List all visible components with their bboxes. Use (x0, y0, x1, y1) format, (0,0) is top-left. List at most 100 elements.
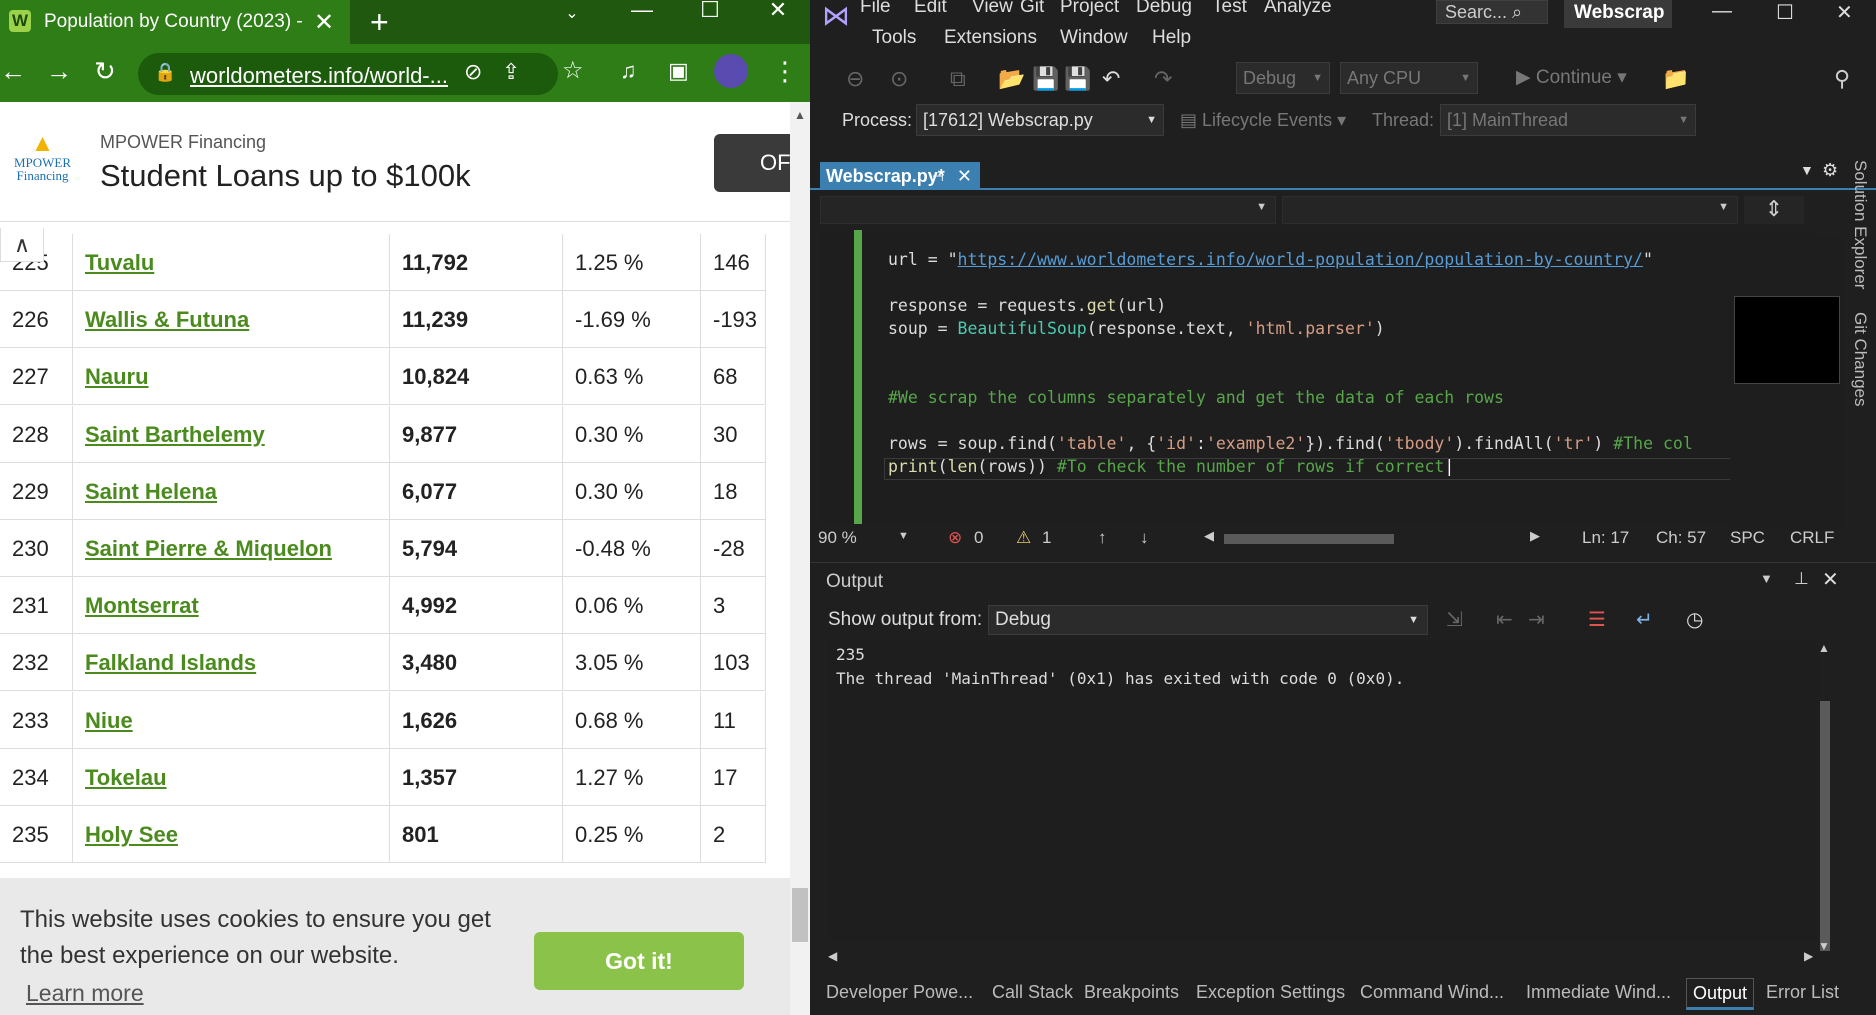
continue-button[interactable]: ▶ Continue ▾ (1516, 66, 1627, 89)
country-link[interactable]: Falkland Islands (73, 634, 390, 692)
redo-icon[interactable]: ↷ (1154, 66, 1172, 92)
navigate-forward-icon[interactable]: ⊙ (890, 66, 908, 92)
close-panel-icon[interactable]: ✕ (1822, 567, 1839, 592)
country-link[interactable]: Saint Barthelemy (73, 405, 390, 463)
output-scroll-thumb[interactable] (1820, 701, 1830, 951)
collapse-chevron-icon[interactable]: ∧ (0, 228, 44, 262)
pin-icon[interactable]: ⊣ (932, 162, 944, 190)
menu-git[interactable]: Git (1020, 0, 1044, 18)
code-line-print[interactable]: print(len(rows)) #To check the number of… (888, 457, 1454, 476)
lock-icon[interactable]: 🔒 (154, 62, 176, 83)
country-link[interactable]: Saint Helena (73, 462, 390, 520)
split-editor-icon[interactable]: ⇕ (1744, 196, 1804, 224)
country-link[interactable]: Tuvalu (73, 234, 390, 291)
minimize-icon[interactable]: — (1712, 0, 1732, 23)
next-message-icon[interactable]: ⇥ (1528, 607, 1545, 632)
menu-view[interactable]: View (972, 0, 1013, 18)
line-number[interactable]: Ln: 17 (1582, 528, 1629, 548)
search-box[interactable]: Searc... ⌕ (1436, 0, 1548, 24)
code-minimap[interactable] (1730, 236, 1842, 530)
country-link[interactable]: Saint Pierre & Miquelon (73, 520, 390, 577)
maximize-icon[interactable]: ☐ (1776, 0, 1794, 25)
configuration-dropdown[interactable]: Debug ▼ (1236, 62, 1330, 94)
undo-icon[interactable]: ↶ (1102, 66, 1120, 92)
page-scrollbar[interactable]: ▲ (790, 102, 810, 1015)
scroll-up-icon[interactable]: ▲ (1818, 641, 1830, 655)
code-line-response[interactable]: response = requests.get(url) (888, 296, 1166, 315)
lifecycle-events-button[interactable]: ▤ Lifecycle Events ▾ (1180, 110, 1346, 131)
chevron-down-icon[interactable]: ▼ (898, 530, 909, 542)
share-icon[interactable]: ⇪ (502, 59, 520, 85)
folder-icon[interactable]: 📁 (1662, 66, 1689, 92)
previous-message-icon[interactable]: ⇤ (1496, 607, 1513, 632)
zoom-level[interactable]: 90 % (818, 528, 857, 548)
menu-file[interactable]: File (860, 0, 891, 18)
code-line-soup[interactable]: soup = BeautifulSoup(response.text, 'htm… (888, 319, 1385, 338)
menu-extensions[interactable]: Extensions (944, 27, 1037, 49)
git-changes-tab[interactable]: Git Changes (1850, 312, 1870, 407)
minimap-viewport[interactable] (1734, 296, 1840, 384)
code-line-comment[interactable]: #We scrap the columns separately and get… (888, 388, 1504, 407)
platform-dropdown[interactable]: Any CPU ▼ (1340, 62, 1478, 94)
scroll-right-icon[interactable]: ▶ (1530, 528, 1540, 544)
country-link[interactable]: Montserrat (73, 577, 390, 635)
tab-search-icon[interactable]: ⌄ (552, 4, 592, 24)
menu-project[interactable]: Project (1060, 0, 1119, 18)
code-line-rows[interactable]: rows = soup.find('table', {'id':'example… (888, 434, 1693, 453)
tool-tab-developer-powe[interactable]: Developer Powe... (826, 982, 973, 1003)
error-icon[interactable]: ⊗ (948, 528, 962, 548)
tab-dropdown-icon[interactable]: ▼ (1800, 162, 1814, 178)
scroll-right-icon[interactable]: ▶ (1804, 949, 1813, 963)
close-tab-icon[interactable]: ✕ (957, 162, 972, 190)
tool-tab-error-list[interactable]: Error List (1766, 982, 1839, 1003)
output-source-dropdown[interactable]: Debug ▼ (988, 605, 1428, 635)
find-message-icon[interactable]: ⇲ (1446, 607, 1463, 632)
scroll-left-icon[interactable]: ◀ (1204, 528, 1214, 544)
navigate-back-icon[interactable]: ⊖ (846, 66, 864, 92)
tool-tab-command-wind[interactable]: Command Wind... (1360, 982, 1504, 1003)
warning-count[interactable]: 1 (1042, 528, 1051, 548)
pin-icon[interactable]: ⊥ (1794, 569, 1809, 589)
word-wrap-icon[interactable]: ↵ (1636, 607, 1653, 632)
solution-explorer-tab[interactable]: Solution Explorer (1850, 160, 1870, 289)
close-window-icon[interactable]: ✕ (758, 0, 798, 21)
bookmark-star-icon[interactable]: ☆ (562, 56, 584, 86)
output-horizontal-scrollbar[interactable]: ◀ ▶ (828, 949, 1828, 965)
indentation[interactable]: SPC (1730, 528, 1765, 548)
more-menu-icon[interactable]: ⋮ (772, 56, 798, 86)
chevron-down-icon[interactable]: ▼ (1760, 571, 1773, 586)
line-ending[interactable]: CRLF (1790, 528, 1834, 548)
tracking-protection-icon[interactable]: ⊘ (464, 59, 482, 85)
save-icon[interactable]: 💾 (1032, 66, 1059, 92)
scroll-up-icon[interactable]: ▲ (794, 108, 806, 122)
new-tab-icon[interactable]: + (370, 4, 389, 41)
output-scrollbar[interactable]: ▲ ▼ (1816, 641, 1834, 953)
tool-tab-exception-settings[interactable]: Exception Settings (1196, 982, 1345, 1003)
browser-tab[interactable]: W Population by Country (2023) - Worldom… (0, 0, 350, 44)
process-dropdown[interactable]: [17612] Webscrap.py ▼ (916, 104, 1164, 136)
menu-window[interactable]: Window (1060, 27, 1128, 49)
close-window-icon[interactable]: ✕ (1836, 0, 1853, 25)
error-count[interactable]: 0 (974, 528, 983, 548)
member-dropdown[interactable]: ▼ (1282, 196, 1738, 224)
thread-dropdown[interactable]: [1] MainThread ▼ (1440, 104, 1696, 136)
new-project-icon[interactable]: ⧉ (950, 66, 966, 92)
forward-icon[interactable]: → (46, 56, 72, 86)
scope-dropdown[interactable]: ▼ (820, 196, 1276, 224)
back-icon[interactable]: ← (0, 56, 26, 86)
tool-tab-output[interactable]: Output (1686, 978, 1755, 1010)
country-link[interactable]: Niue (73, 691, 390, 749)
tool-tab-immediate-wind[interactable]: Immediate Wind... (1526, 982, 1671, 1003)
next-issue-icon[interactable]: ↓ (1140, 528, 1149, 548)
feedback-icon[interactable]: ⚲ (1834, 66, 1850, 92)
settings-gear-icon[interactable]: ⚙ (1822, 160, 1838, 181)
maximize-icon[interactable]: ☐ (690, 0, 730, 21)
scroll-thumb[interactable] (792, 888, 808, 942)
menu-edit[interactable]: Edit (914, 0, 947, 18)
horizontal-scroll-thumb[interactable] (1224, 534, 1394, 544)
tool-tab-breakpoints[interactable]: Breakpoints (1084, 982, 1179, 1003)
profile-avatar[interactable] (714, 54, 748, 88)
country-link[interactable]: Wallis & Futuna (73, 291, 390, 349)
menu-analyze[interactable]: Analyze (1264, 0, 1332, 18)
learn-more-link[interactable]: Learn more (26, 980, 144, 1007)
